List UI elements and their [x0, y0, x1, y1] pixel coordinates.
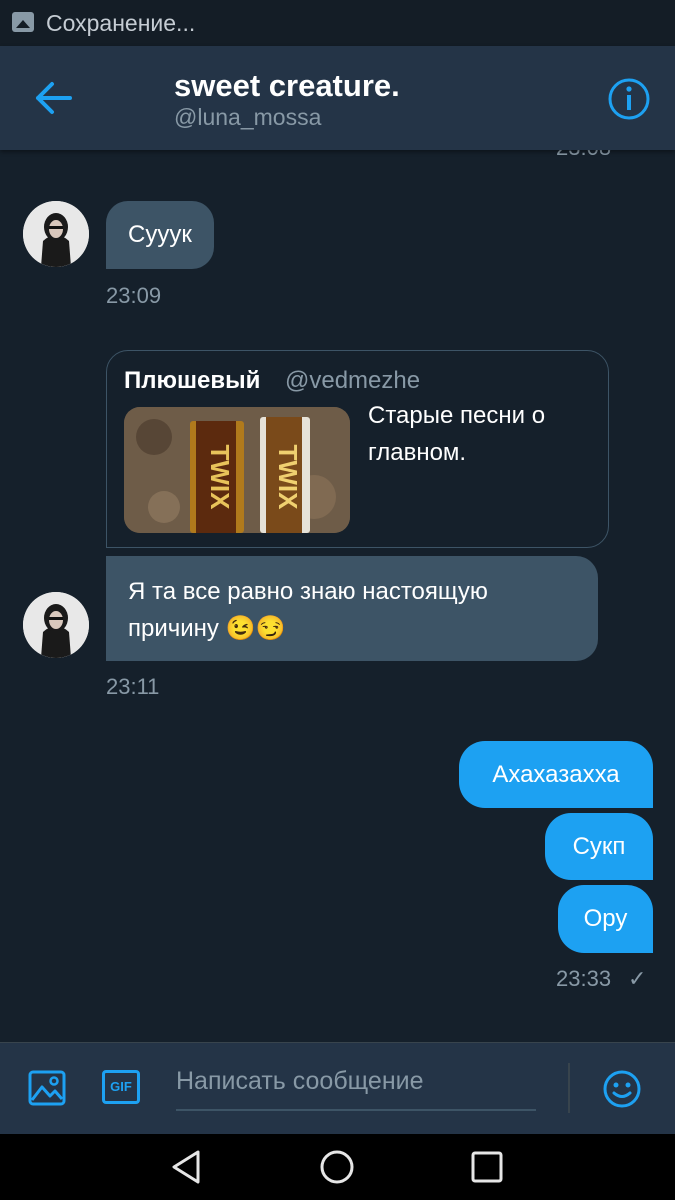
message-time: 23:11 [106, 674, 160, 699]
message-bubble-outgoing[interactable]: Сукп [545, 813, 653, 880]
quoted-tweet-image: TWIX TWIX [124, 407, 350, 533]
avatar-photo [23, 592, 89, 658]
status-bar: Сохранение... [0, 0, 675, 46]
message-text: Сууук [128, 221, 192, 248]
message-bubble[interactable]: Сууук [106, 201, 214, 269]
message-text: Ору [583, 905, 628, 932]
quoted-tweet-handle: @vedmezhe [285, 367, 421, 394]
conversation-header: sweet creature. @luna_mossa [0, 46, 675, 150]
message-text: Ахахазахха [492, 761, 620, 788]
message-composer: GIF Написать сообщение [0, 1042, 675, 1135]
gif-button[interactable]: GIF [102, 1070, 140, 1104]
message-input[interactable]: Написать сообщение [176, 1061, 536, 1111]
message-bubble-outgoing[interactable]: Ахахазахха [459, 741, 653, 808]
read-checkmark-icon: ✓ [628, 966, 647, 991]
status-text: Сохранение... [46, 10, 196, 36]
conversation-handle[interactable]: @luna_mossa [174, 104, 321, 131]
message-text: Я та все равно знаю настоящую причину 😉😏 [128, 578, 488, 642]
smiley-icon[interactable] [602, 1069, 642, 1109]
system-navigation-bar [0, 1134, 675, 1200]
avatar[interactable] [23, 592, 89, 658]
quoted-tweet-name: Плюшевый [124, 367, 261, 394]
image-icon[interactable] [27, 1068, 67, 1108]
info-icon[interactable] [606, 76, 652, 122]
composer-divider [568, 1063, 570, 1113]
svg-text:TWIX: TWIX [205, 445, 235, 511]
quoted-tweet-card[interactable]: Плюшевый @vedmezhe TWIX TWIX Старые песн… [106, 350, 609, 548]
avatar[interactable] [23, 201, 89, 267]
quoted-tweet-text: Старые песни о главном. [368, 402, 546, 466]
avatar-photo [23, 201, 89, 267]
message-text: Сукп [572, 833, 626, 860]
image-icon [12, 12, 34, 32]
message-time: 23:09 [106, 283, 162, 308]
message-bubble-outgoing[interactable]: Ору [558, 885, 653, 953]
message-bubble[interactable]: Я та все равно знаю настоящую причину 😉😏 [106, 556, 598, 661]
arrow-left-icon[interactable] [30, 78, 82, 118]
back-triangle-icon[interactable] [168, 1148, 206, 1186]
home-circle-icon[interactable] [318, 1148, 356, 1186]
recents-square-icon[interactable] [468, 1148, 506, 1186]
conversation-title[interactable]: sweet creature. [174, 68, 400, 104]
svg-text:TWIX: TWIX [273, 445, 303, 511]
message-time: 23:33 [556, 966, 612, 991]
